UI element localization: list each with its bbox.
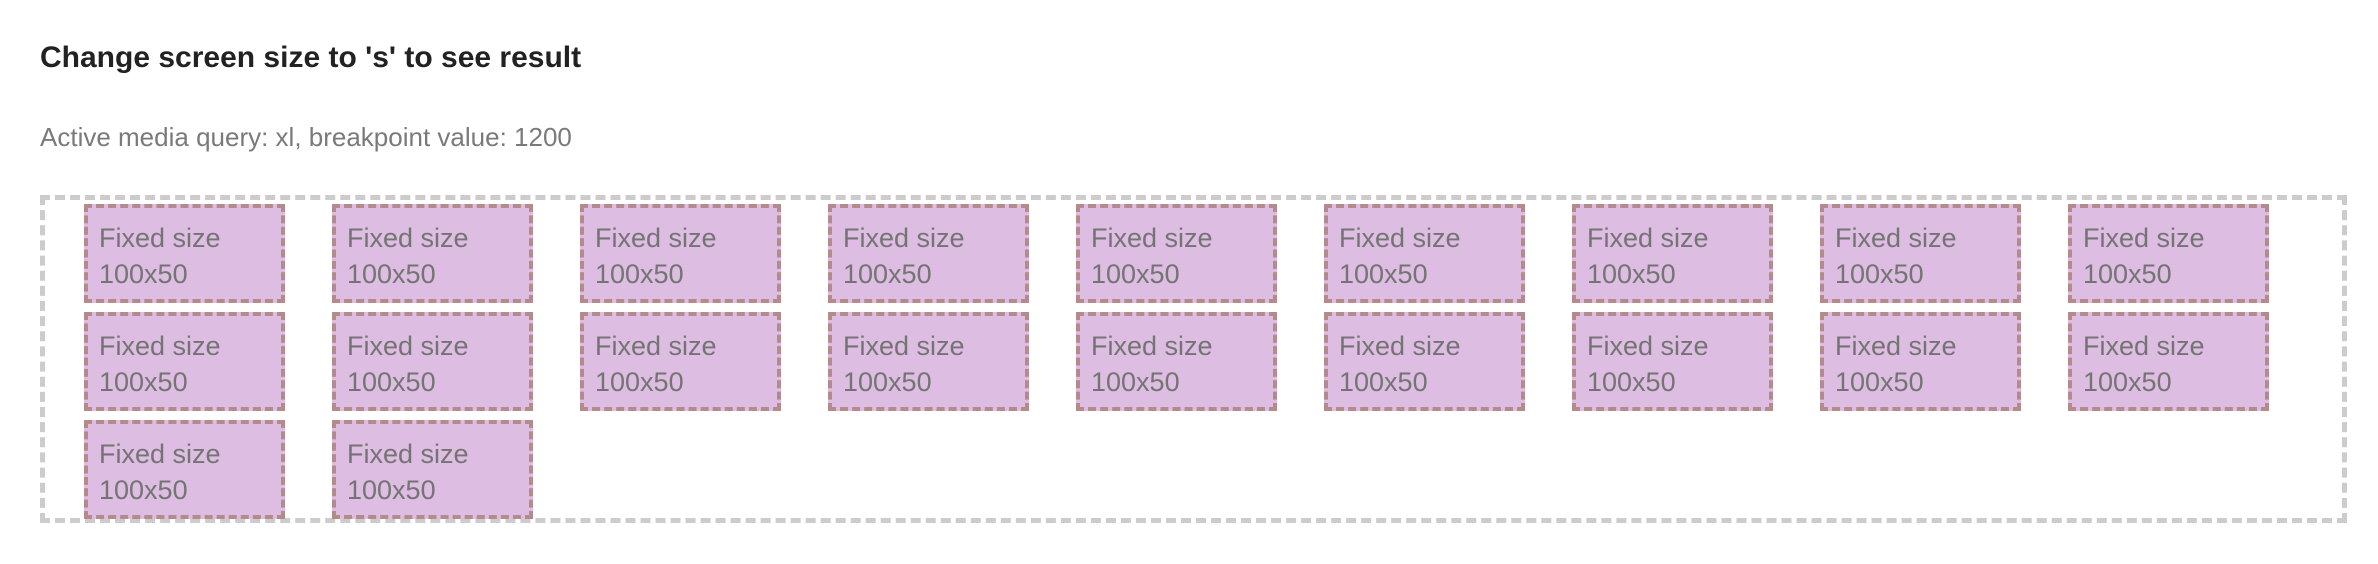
box-label: Fixed size: [1587, 331, 1709, 361]
fixed-size-box: Fixed size 100x50: [828, 204, 1029, 303]
fixed-size-box: Fixed size 100x50: [1324, 204, 1525, 303]
fixed-size-box: Fixed size 100x50: [580, 204, 781, 303]
fixed-size-box: Fixed size 100x50: [84, 312, 285, 411]
box-label: Fixed size: [595, 223, 717, 253]
fixed-size-box: Fixed size 100x50: [1076, 204, 1277, 303]
box-label: Fixed size: [1835, 223, 1957, 253]
box-label: Fixed size: [843, 331, 965, 361]
box-label: Fixed size: [1339, 223, 1461, 253]
box-size: 100x50: [2083, 259, 2172, 289]
box-size: 100x50: [1339, 259, 1428, 289]
box-size: 100x50: [843, 367, 932, 397]
fixed-size-box: Fixed size 100x50: [332, 420, 533, 519]
box-label: Fixed size: [99, 439, 221, 469]
fixed-size-box: Fixed size 100x50: [1820, 312, 2021, 411]
box-size: 100x50: [1587, 367, 1676, 397]
fixed-size-box: Fixed size 100x50: [1572, 312, 1773, 411]
box-label: Fixed size: [1339, 331, 1461, 361]
fixed-size-box: Fixed size 100x50: [332, 312, 533, 411]
box-label: Fixed size: [2083, 223, 2205, 253]
box-size: 100x50: [99, 259, 188, 289]
box-size: 100x50: [1339, 367, 1428, 397]
fixed-size-box: Fixed size 100x50: [1324, 312, 1525, 411]
fixed-size-box: Fixed size 100x50: [332, 204, 533, 303]
page-title: Change screen size to 's' to see result: [40, 41, 582, 74]
box-label: Fixed size: [2083, 331, 2205, 361]
box-size: 100x50: [1091, 259, 1180, 289]
box-size: 100x50: [347, 259, 436, 289]
fixed-size-box: Fixed size 100x50: [84, 204, 285, 303]
box-size: 100x50: [595, 367, 684, 397]
box-label: Fixed size: [595, 331, 717, 361]
box-grid: Fixed size 100x50 Fixed size 100x50 Fixed si…: [84, 204, 2304, 519]
box-size: 100x50: [1091, 367, 1180, 397]
box-size: 100x50: [1587, 259, 1676, 289]
box-size: 100x50: [347, 475, 436, 505]
fixed-size-box: Fixed size 100x50: [84, 420, 285, 519]
fixed-size-box: Fixed size 100x50: [828, 312, 1029, 411]
fixed-size-box: Fixed size 100x50: [580, 312, 781, 411]
box-label: Fixed size: [347, 223, 469, 253]
fixed-size-box: Fixed size 100x50: [2068, 312, 2269, 411]
box-label: Fixed size: [843, 223, 965, 253]
box-size: 100x50: [595, 259, 684, 289]
box-label: Fixed size: [99, 223, 221, 253]
box-size: 100x50: [1835, 259, 1924, 289]
fixed-size-box: Fixed size 100x50: [1820, 204, 2021, 303]
fixed-size-box: Fixed size 100x50: [1076, 312, 1277, 411]
box-size: 100x50: [843, 259, 932, 289]
box-size: 100x50: [2083, 367, 2172, 397]
box-label: Fixed size: [347, 439, 469, 469]
fixed-size-box: Fixed size 100x50: [1572, 204, 1773, 303]
box-label: Fixed size: [1091, 223, 1213, 253]
box-label: Fixed size: [347, 331, 469, 361]
flex-container: Fixed size 100x50 Fixed size 100x50 Fixed si…: [40, 195, 2347, 523]
fixed-size-box: Fixed size 100x50: [2068, 204, 2269, 303]
box-size: 100x50: [347, 367, 436, 397]
box-size: 100x50: [99, 475, 188, 505]
media-query-status: Active media query: xl, breakpoint value…: [40, 122, 572, 152]
box-label: Fixed size: [1835, 331, 1957, 361]
box-label: Fixed size: [1091, 331, 1213, 361]
box-size: 100x50: [1835, 367, 1924, 397]
box-label: Fixed size: [99, 331, 221, 361]
box-label: Fixed size: [1587, 223, 1709, 253]
box-size: 100x50: [99, 367, 188, 397]
